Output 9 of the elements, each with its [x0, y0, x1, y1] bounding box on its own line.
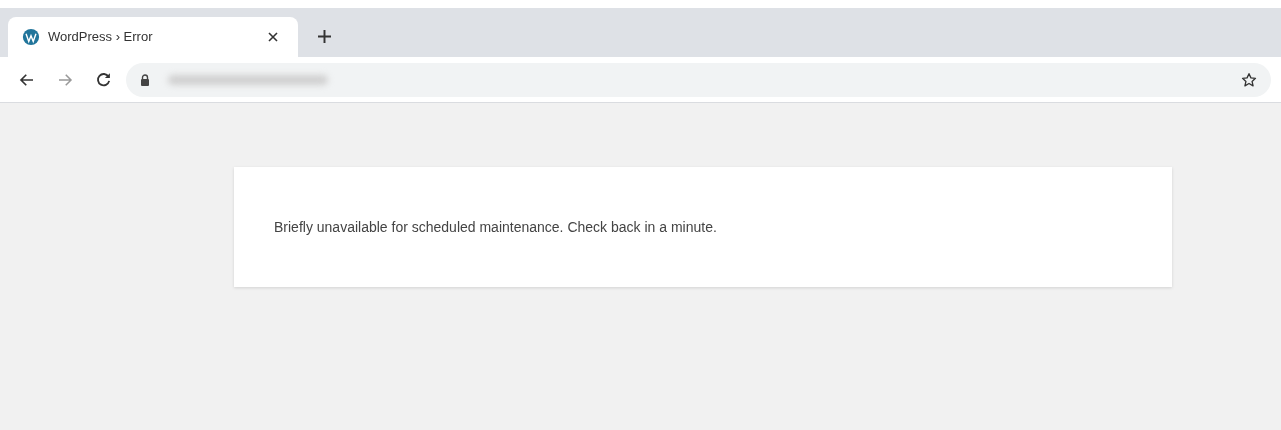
- close-icon[interactable]: [268, 32, 278, 42]
- reload-icon[interactable]: [95, 71, 112, 88]
- maintenance-message: Briefly unavailable for scheduled maintenance. Check back in a minute.: [274, 217, 717, 237]
- bookmark-star-icon[interactable]: [1241, 71, 1257, 88]
- browser-tab[interactable]: WordPress › Error: [8, 17, 298, 57]
- new-tab-plus-icon[interactable]: [318, 30, 331, 43]
- lock-icon: [140, 73, 150, 86]
- wordpress-logo-icon: [22, 28, 40, 46]
- tab-title: WordPress › Error: [48, 28, 154, 47]
